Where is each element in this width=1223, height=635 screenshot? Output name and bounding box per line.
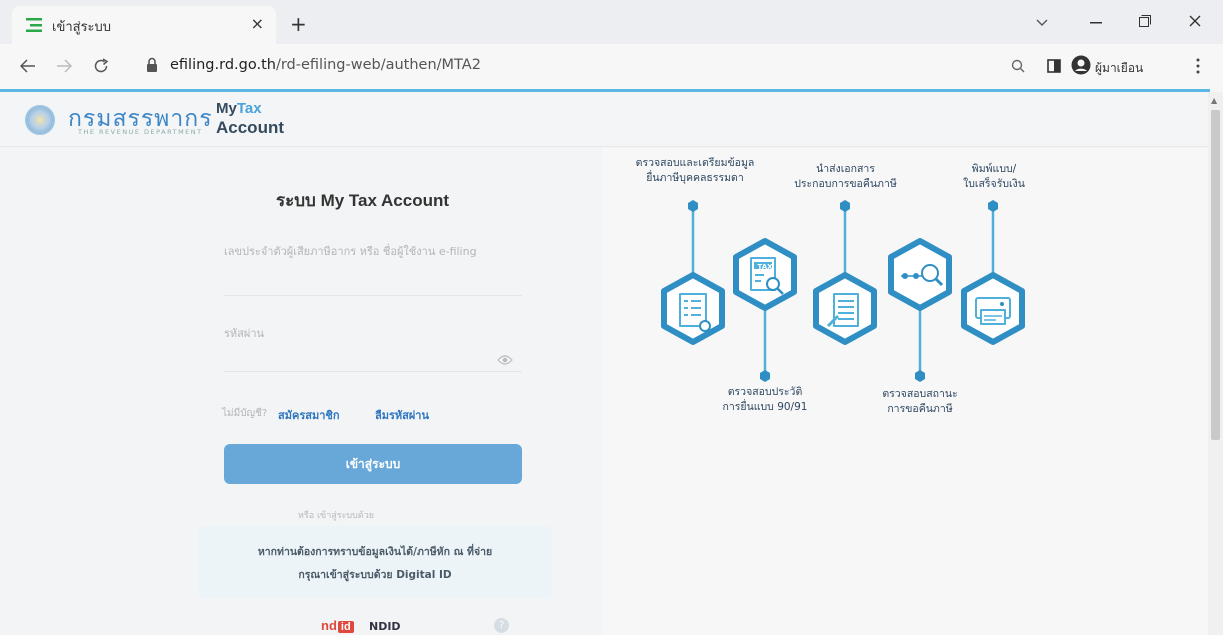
tab-close-icon[interactable]: × [251,14,264,33]
page: กรมสรรพากร THE REVENUE DEPARTMENT MyTax … [0,92,1208,635]
label-line: ยื่นภาษีบุคคลธรรมดา [646,172,744,184]
label-line: การขอคืนภาษี [887,403,953,415]
infographic-label-history: ตรวจสอบประวัติ การยื่นแบบ 90/91 [702,385,828,415]
ndid-logo-id: id [337,621,354,633]
forgot-password-link[interactable]: ลืมรหัสผ่าน [375,406,429,424]
forward-icon[interactable] [56,59,72,73]
rd-logo-subtext: THE REVENUE DEPARTMENT [78,128,203,136]
address-bar: efiling.rd.go.th/rd-efiling-web/authen/M… [0,44,1223,90]
login-title: ระบบ My Tax Account [276,191,450,210]
ndid-login-button[interactable]: NDID [369,620,401,633]
zoom-icon[interactable] [1011,59,1025,73]
help-icon[interactable]: ? [494,618,509,633]
rd-favicon-icon [26,18,42,32]
reload-icon[interactable] [93,58,109,74]
scroll-up-arrow-icon[interactable]: ▲ [1211,96,1217,105]
connector-dot [760,370,770,382]
minimize-icon[interactable] [1090,22,1102,24]
label-line: ตรวจสอบสถานะ [882,388,958,400]
label-line: ตรวจสอบประวัติ [727,386,803,398]
mytax-logo-my: My [216,100,237,117]
digital-id-line2: กรุณาเข้าสู่ระบบด้วย Digital ID [298,569,452,581]
document-submit-hexagon-icon [813,272,877,345]
url-field[interactable]: efiling.rd.go.th/rd-efiling-web/authen/M… [170,57,481,73]
maximize-icon[interactable] [1139,15,1151,27]
mytax-logo-account: Account [216,118,284,137]
tax-search-hexagon-icon [733,238,797,311]
infographic-panel: TAX ตรวจสอบและเตรียมข้อมูล ยื่นภาษีบุคคล… [602,148,1208,635]
infographic-label-print: พิมพ์แบบ/ ใบเสร็จรับเงิน [944,162,1044,192]
password-label: รหัสผ่าน [224,327,265,340]
ndid-logo-nd: nd [321,618,337,633]
or-login-with-text: หรือ เข้าสู่ระบบด้วย [297,511,375,521]
url-path: /rd-efiling-web/authen/MTA2 [275,57,481,73]
mytax-logo-tax: Tax [236,100,262,117]
connector-dot [840,200,850,212]
username-label: เลขประจำตัวผู้เสียภาษีอากร หรือ ชื่อผู้ใ… [224,245,477,258]
close-window-icon[interactable] [1189,15,1201,27]
infographic-label-documents: นำส่งเอกสาร ประกอบการขอคืนภาษี [778,162,913,192]
label-line: ใบเสร็จรับเงิน [963,178,1025,190]
label-line: นำส่งเอกสาร [816,163,875,175]
checklist-hexagon-icon [661,272,725,345]
username-input[interactable] [224,270,522,296]
url-host: efiling.rd.go.th [170,57,276,73]
mytax-logo[interactable]: MyTax [216,100,262,117]
no-account-text: ไม่มีบัญชี? [222,408,268,419]
scroll-thumb[interactable] [1211,110,1220,440]
connector-dot [988,200,998,212]
lock-icon[interactable] [146,57,158,73]
digital-id-line1: หากท่านต้องการทราบข้อมูลเงินได้/ภาษีหัก … [257,546,493,558]
digital-id-notice: หากท่านต้องการทราบข้อมูลเงินได้/ภาษีหัก … [198,526,552,598]
label-line: ตรวจสอบและเตรียมข้อมูล [635,157,755,169]
label-line: พิมพ์แบบ/ [971,163,1017,175]
sidepanel-icon[interactable] [1047,59,1061,73]
browser-tab-bar: เข้าสู่ระบบ × + [0,0,1223,44]
login-button[interactable]: เข้าสู่ระบบ [224,444,522,484]
login-panel: ระบบ My Tax Account เลขประจำตัวผู้เสียภา… [0,148,602,635]
register-link[interactable]: สมัครสมาชิก [278,406,340,424]
tab-search-chevron-icon[interactable] [1036,19,1048,27]
tab-title: เข้าสู่ระบบ [52,20,112,35]
connector-dot [915,370,925,382]
profile-icon[interactable] [1071,55,1091,75]
password-input[interactable] [224,346,522,372]
rd-seal-logo[interactable] [25,105,55,135]
menu-icon[interactable] [1196,58,1200,74]
infographic-label-prepare: ตรวจสอบและเตรียมข้อมูล ยื่นภาษีบุคคลธรรม… [620,156,770,186]
show-password-eye-icon[interactable] [497,354,513,366]
page-scrollbar[interactable]: ▲ [1208,92,1223,635]
profile-name[interactable]: ผู้มาเยือน [1095,59,1143,78]
ndid-logo[interactable]: nd id [321,618,354,633]
browser-tab[interactable]: เข้าสู่ระบบ × [12,6,276,44]
new-tab-button[interactable]: + [290,14,307,34]
label-line: การยื่นแบบ 90/91 [722,401,808,413]
print-receipt-hexagon-icon [961,272,1025,345]
status-search-hexagon-icon [888,238,952,311]
infographic-label-refund-status: ตรวจสอบสถานะ การขอคืนภาษี [858,387,982,417]
back-icon[interactable] [20,59,36,73]
connector-dot [688,200,698,212]
tax-badge: TAX [757,263,773,271]
site-header: กรมสรรพากร THE REVENUE DEPARTMENT MyTax … [0,92,1208,147]
label-line: ประกอบการขอคืนภาษี [794,178,897,190]
